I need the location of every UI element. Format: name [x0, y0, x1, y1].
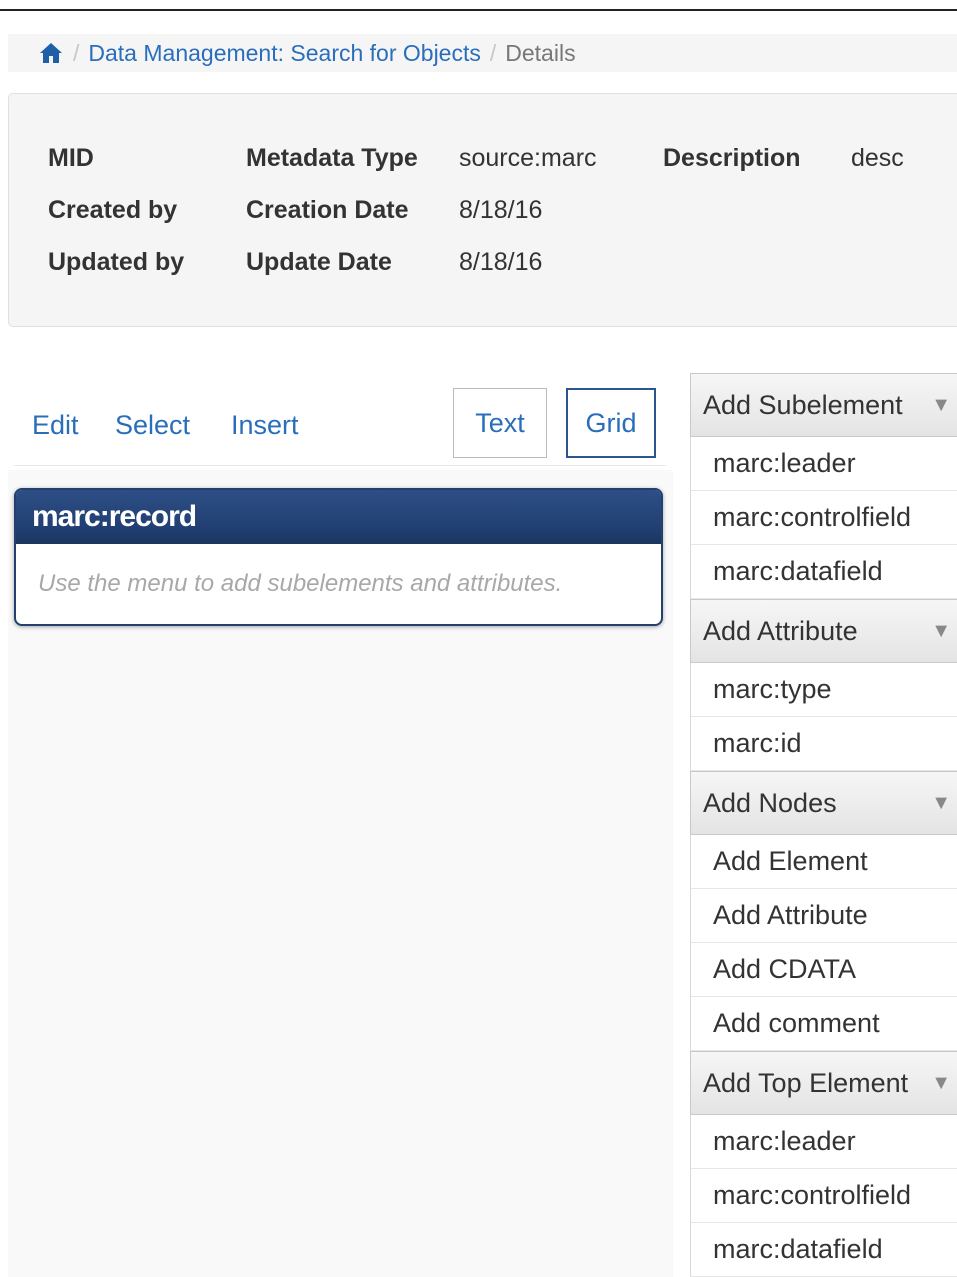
add-subelement-title: Add Subelement	[703, 389, 903, 420]
text-view-button[interactable]: Text	[453, 388, 547, 458]
add-subelement-header[interactable]: Add Subelement ▼	[690, 373, 957, 437]
add-subelement-item-controlfield[interactable]: marc:controlfield	[690, 491, 957, 545]
updated-by-label: Updated by	[48, 248, 185, 276]
add-attribute-header[interactable]: Add Attribute ▼	[690, 599, 957, 663]
add-nodes-header[interactable]: Add Nodes ▼	[690, 771, 957, 835]
add-top-element-item-leader[interactable]: marc:leader	[690, 1115, 957, 1169]
insert-menu[interactable]: Insert	[231, 410, 299, 441]
created-by-label: Created by	[48, 196, 178, 224]
creation-date-value: 8/18/16	[459, 196, 543, 224]
creation-date-label: Creation Date	[246, 196, 409, 224]
add-top-element-item-controlfield[interactable]: marc:controlfield	[690, 1169, 957, 1223]
add-nodes-item-cdata[interactable]: Add CDATA	[690, 943, 957, 997]
add-top-element-item-datafield[interactable]: marc:datafield	[690, 1223, 957, 1277]
description-value: desc	[851, 144, 904, 172]
breadcrumb-current: Details	[505, 39, 576, 66]
metadata-type-label: Metadata Type	[246, 144, 418, 172]
top-border	[0, 9, 957, 11]
triangle-down-icon[interactable]: ▼	[931, 1072, 951, 1095]
add-top-element-header[interactable]: Add Top Element ▼	[690, 1051, 957, 1115]
editor-toolbar: Edit Select Insert Text Grid	[14, 388, 674, 462]
mid-label: MID	[48, 144, 94, 172]
add-nodes-item-element[interactable]: Add Element	[690, 835, 957, 889]
add-subelement-item-leader[interactable]: marc:leader	[690, 437, 957, 491]
node-menu: Add Subelement ▼ marc:leader marc:contro…	[690, 373, 957, 1277]
edit-menu[interactable]: Edit	[32, 410, 79, 441]
record-element-card[interactable]: marc:record Use the menu to add subeleme…	[14, 488, 663, 626]
select-menu[interactable]: Select	[115, 410, 190, 441]
record-element-title[interactable]: marc:record	[16, 490, 661, 544]
add-top-element-title: Add Top Element	[703, 1067, 909, 1098]
metadata-type-value: source:marc	[459, 144, 597, 172]
add-attribute-item-type[interactable]: marc:type	[690, 663, 957, 717]
breadcrumb-link-search-objects[interactable]: Data Management: Search for Objects	[88, 40, 480, 67]
grid-view-button[interactable]: Grid	[566, 388, 656, 458]
home-icon[interactable]	[38, 40, 64, 66]
triangle-down-icon[interactable]: ▼	[931, 394, 951, 417]
update-date-value: 8/18/16	[459, 248, 543, 276]
record-element-hint: Use the menu to add subelements and attr…	[38, 570, 563, 597]
triangle-down-icon[interactable]: ▼	[931, 792, 951, 815]
toolbar-divider	[14, 465, 666, 466]
breadcrumb-separator: /	[73, 39, 80, 66]
triangle-down-icon[interactable]: ▼	[931, 620, 951, 643]
add-subelement-item-datafield[interactable]: marc:datafield	[690, 545, 957, 599]
update-date-label: Update Date	[246, 248, 392, 276]
details-panel: MID Created by Updated by Metadata Type …	[8, 93, 957, 327]
add-attribute-title: Add Attribute	[703, 615, 858, 646]
add-attribute-item-id[interactable]: marc:id	[690, 717, 957, 771]
add-nodes-item-attribute[interactable]: Add Attribute	[690, 889, 957, 943]
description-label: Description	[663, 144, 801, 172]
breadcrumb-separator: /	[489, 39, 497, 66]
add-nodes-item-comment[interactable]: Add comment	[690, 997, 957, 1051]
breadcrumb: / Data Management: Search for Objects / …	[8, 34, 957, 72]
add-nodes-title: Add Nodes	[703, 787, 837, 818]
